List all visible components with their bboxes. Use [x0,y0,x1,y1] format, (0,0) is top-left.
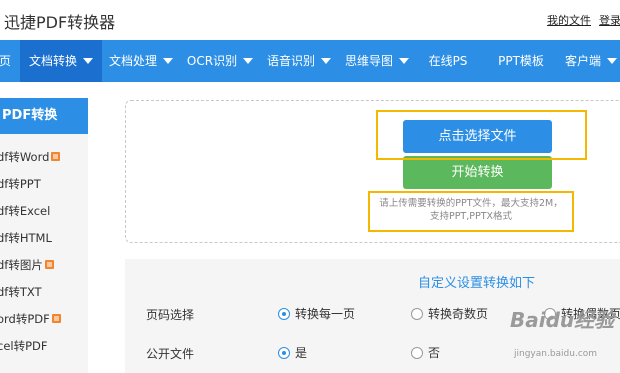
sidebar-item-label: ord转PDF [0,312,50,326]
sidebar-item-pdf-to-word[interactable]: df转Word [0,149,61,165]
highlight-box [368,191,574,232]
nav-item-ocr[interactable]: OCR识别 [181,40,259,82]
nav-item-speech[interactable]: 语音识别 [261,40,337,82]
start-convert-button[interactable]: 开始转换 [403,156,552,189]
radio-checked-icon [278,346,290,359]
nav-item-client[interactable]: 客户端 [560,40,620,82]
radio-label: 否 [428,346,441,360]
chevron-down-icon [321,57,331,64]
nav-label: 文档处理 [108,54,157,68]
sidebar-item-label: df转HTML [0,231,52,245]
sidebar-item-pdf-to-ppt[interactable]: df转PPT [0,176,41,192]
nav-label: 思维导图 [344,54,393,68]
radio-label: 是 [295,346,308,360]
sidebar-item-label: df转Word [0,150,50,164]
page-select-label: 页码选择 [146,308,195,322]
vip-icon [51,152,61,161]
sidebar-item-pdf-to-html[interactable]: df转HTML [0,230,52,246]
nav-label: 语音识别 [266,54,315,68]
top-bar: 迅捷PDF转换器 我的文件 登录 [0,0,620,40]
public-file-label: 公开文件 [146,347,195,361]
app-logo[interactable]: 迅捷PDF转换器 [4,9,115,33]
vip-icon [44,260,54,269]
radio-public-no[interactable]: 否 [411,346,440,360]
main-nav: 页 文档转换 文档处理 OCR识别 语音识别 思维导图 在线PS PPT模板 客… [0,40,620,82]
radio-unchecked-icon [411,346,423,359]
vip-icon [51,314,61,323]
login-link[interactable]: 登录 [599,12,620,28]
sidebar-item-pdf-to-excel[interactable]: df转Excel [0,203,50,219]
sidebar-title: PDF转换 [0,98,88,134]
watermark-brand: Baidu经验 [510,308,615,332]
chevron-down-icon [607,57,617,64]
sidebar-item-label: df转Excel [0,204,51,218]
radio-label: 转换奇数页 [428,307,489,321]
sidebar: PDF转换 df转Word df转PPT df转Excel df转HTML df… [0,98,88,373]
nav-item-mindmap[interactable]: 思维导图 [339,40,415,82]
sidebar-item-excel-to-pdf[interactable]: cel转PDF [0,338,48,354]
nav-label: 页 [0,54,11,68]
highlight-box [376,110,587,160]
sidebar-item-label: df转PPT [0,177,41,191]
radio-checked-icon [278,307,290,320]
radio-label: 转换每一页 [295,307,356,321]
chevron-down-icon [399,57,409,64]
nav-item-ppt-template[interactable]: PPT模板 [490,40,552,82]
my-files-link[interactable]: 我的文件 [547,12,591,28]
nav-label: OCR识别 [186,54,238,68]
sidebar-item-pdf-to-txt[interactable]: df转TXT [0,284,42,300]
sidebar-item-label: df转图片 [0,258,43,272]
chevron-down-icon [83,57,93,64]
watermark-url: jingyan.baidu.com [514,349,598,359]
chevron-down-icon [243,57,254,64]
sidebar-item-label: df转TXT [0,285,42,299]
radio-unchecked-icon [411,307,423,320]
radio-odd-pages[interactable]: 转换奇数页 [411,307,488,321]
radio-public-yes[interactable]: 是 [278,346,307,360]
sidebar-item-label: cel转PDF [0,339,48,353]
nav-label: PPT模板 [498,54,544,68]
nav-label: 在线PS [428,54,468,68]
radio-every-page[interactable]: 转换每一页 [278,307,355,321]
nav-item-online-ps[interactable]: 在线PS [420,40,476,82]
sidebar-item-pdf-to-image[interactable]: df转图片 [0,257,54,273]
nav-label: 文档转换 [28,54,77,68]
nav-item-home[interactable]: 页 [0,40,12,82]
chevron-down-icon [163,57,173,64]
nav-item-doc-convert[interactable]: 文档转换 [20,40,102,82]
nav-label: 客户端 [564,54,601,68]
sidebar-item-word-to-pdf[interactable]: ord转PDF [0,311,61,327]
settings-title: 自定义设置转换如下 [418,276,536,291]
nav-item-doc-process[interactable]: 文档处理 [103,40,179,82]
